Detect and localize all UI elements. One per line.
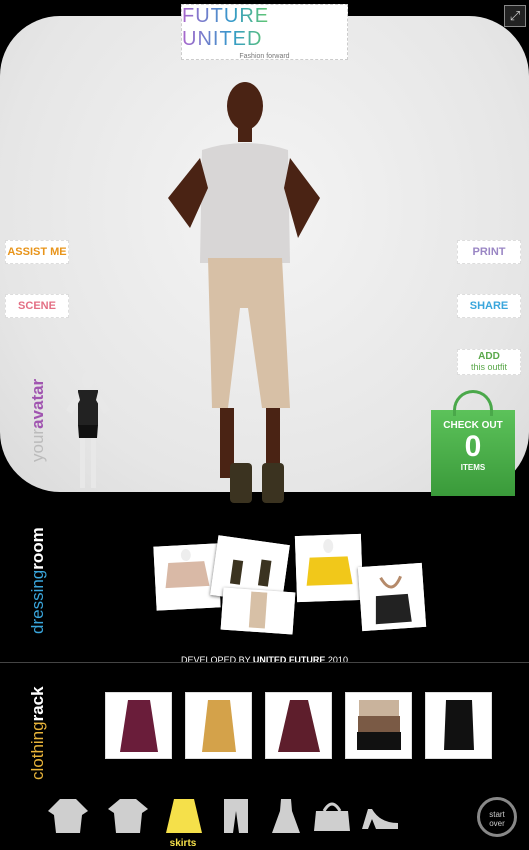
rack-item-skirt-black[interactable] [425, 692, 492, 759]
label-clothing: clothing [28, 721, 47, 780]
category-skirt-icon[interactable] [160, 796, 208, 836]
add-label: ADD [478, 351, 500, 362]
dressing-item-yellow-jacket[interactable] [294, 533, 364, 603]
dressing-item-blouse[interactable] [153, 543, 221, 611]
print-button[interactable]: PRINT [457, 240, 521, 264]
category-shirt-icon[interactable] [104, 796, 152, 836]
checkout-items-label: ITEMS [460, 463, 486, 472]
checkout-bag[interactable]: CHECK OUT 0 ITEMS [431, 390, 515, 496]
label-your: your [28, 428, 47, 462]
start-over-line1: start [489, 810, 505, 819]
add-outfit-button[interactable]: ADD this outfit [457, 349, 521, 375]
divider [0, 662, 529, 663]
developed-by-text: DEVELOPED BY UNITED FUTURE 2010 [0, 655, 529, 665]
share-button[interactable]: SHARE [457, 294, 521, 318]
category-handbag-icon[interactable] [308, 796, 356, 836]
label-room: room [28, 527, 47, 570]
label-avatar: avatar [28, 378, 47, 429]
dressing-room-label: dressingroom [28, 527, 48, 634]
clothing-rack-label: clothingrack [28, 686, 48, 780]
label-dressing: dressing [28, 569, 47, 634]
assist-me-button[interactable]: ASSIST ME [5, 240, 69, 264]
logo: FUTURE UNITED Fashion forward [181, 4, 348, 60]
logo-tagline: Fashion forward [239, 52, 290, 60]
add-sublabel: this outfit [470, 362, 508, 372]
avatar-thumbnail[interactable] [60, 370, 115, 495]
category-selected-label: skirts [169, 838, 197, 849]
category-pants-icon[interactable] [212, 796, 260, 836]
category-blazer-icon[interactable] [44, 796, 92, 836]
your-avatar-label: youravatar [28, 379, 48, 462]
developed-year: 2010 [325, 655, 348, 665]
category-shoe-icon[interactable] [356, 796, 404, 836]
start-over-line2: over [489, 819, 505, 828]
rack-item-skirt-colorblock[interactable] [345, 692, 412, 759]
developed-prefix: DEVELOPED BY [181, 655, 253, 665]
main-avatar-model [168, 82, 320, 503]
label-rack: rack [28, 686, 47, 722]
category-dress-icon[interactable] [262, 796, 310, 836]
checkout-count: 0 [464, 430, 482, 463]
start-over-button[interactable]: start over [477, 797, 517, 837]
dressing-item-necklace-top[interactable] [357, 562, 427, 632]
scene-button[interactable]: SCENE [5, 294, 69, 318]
rack-item-skirt-burgundy[interactable] [105, 692, 172, 759]
dressing-item-pants[interactable] [220, 587, 296, 635]
expand-icon[interactable]: ⤢ [504, 5, 526, 27]
rack-item-skirt-wine[interactable] [265, 692, 332, 759]
logo-brand: FUTURE UNITED [182, 5, 347, 51]
rack-item-skirt-mustard[interactable] [185, 692, 252, 759]
developed-name: UNITED FUTURE [252, 655, 326, 665]
